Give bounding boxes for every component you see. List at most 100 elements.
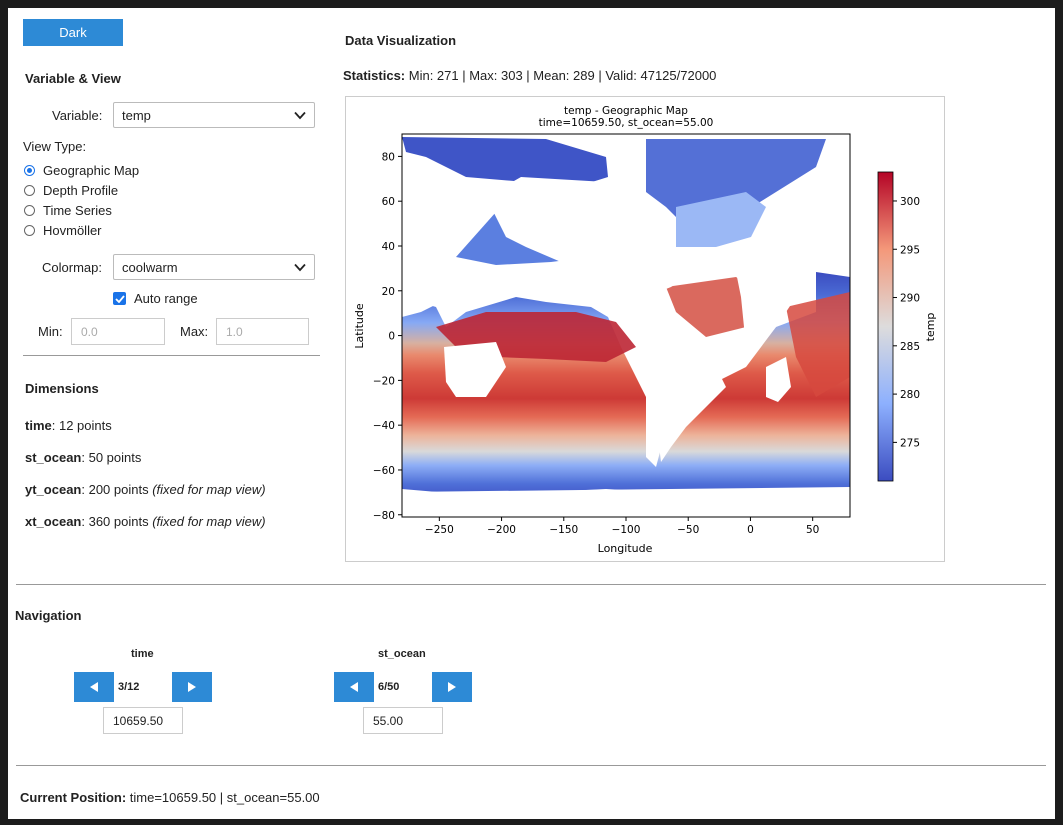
view-type-option-label: Geographic Map — [43, 162, 140, 178]
chevron-down-icon — [294, 263, 306, 272]
dimension-item-time: time: 12 points — [25, 418, 112, 433]
colorbar-tick-label: 275 — [900, 437, 920, 449]
st-ocean-value-input[interactable]: 55.00 — [363, 707, 443, 734]
colorbar — [877, 171, 894, 482]
y-tick-label: 80 — [382, 151, 395, 163]
y-tick-label: −40 — [373, 420, 395, 432]
y-tick-label: −20 — [373, 375, 395, 387]
st-ocean-position: 6/50 — [378, 681, 400, 693]
statistics-value: Min: 271 | Max: 303 | Mean: 289 | Valid:… — [405, 68, 717, 83]
divider — [23, 355, 320, 356]
triangle-right-icon — [448, 682, 456, 692]
x-tick-label: −150 — [549, 524, 578, 536]
view-type-option-label: Hovmöller — [43, 222, 102, 238]
dimension-name: time — [25, 418, 52, 433]
plot-container: temp - Geographic Map time=10659.50, st_… — [345, 96, 945, 562]
x-tick-label: −100 — [612, 524, 641, 536]
y-tick-label: −80 — [373, 510, 395, 522]
colorbar-tick-label: 295 — [900, 244, 920, 256]
x-tick-label: 50 — [806, 524, 819, 536]
x-tick-label: −200 — [487, 524, 516, 536]
time-next-button[interactable] — [172, 672, 212, 702]
data-visualization-heading: Data Visualization — [345, 33, 457, 48]
auto-range-label: Auto range — [134, 291, 198, 306]
dimension-count: : 200 points — [81, 482, 153, 497]
triangle-right-icon — [188, 682, 196, 692]
geographic-map-chart: temp - Geographic Map time=10659.50, st_… — [353, 105, 937, 555]
variable-select-value: temp — [122, 107, 151, 123]
view-type-radio-group: Geographic Map Depth Profile Time Series… — [24, 160, 139, 240]
colorbar-tick-label: 280 — [900, 389, 920, 401]
colormap-select-value: coolwarm — [122, 259, 178, 275]
st-ocean-nav-label: st_ocean — [378, 648, 426, 660]
view-type-option-label: Time Series — [43, 202, 112, 218]
min-input[interactable]: 0.0 — [71, 318, 165, 345]
chevron-down-icon — [294, 111, 306, 120]
st-ocean-prev-button[interactable] — [334, 672, 374, 702]
statistics-label: Statistics: — [343, 68, 406, 83]
view-type-option-depth-profile[interactable]: Depth Profile — [24, 180, 139, 200]
dimension-count: : 12 points — [51, 418, 112, 433]
current-position-label: Current Position: — [20, 790, 127, 805]
plot-title-line1: temp - Geographic Map — [564, 105, 688, 117]
view-type-label: View Type: — [23, 139, 87, 154]
dark-mode-button[interactable]: Dark — [23, 19, 123, 46]
colormap-label: Colormap: — [42, 260, 102, 275]
auto-range-toggle[interactable]: Auto range — [113, 291, 198, 306]
radio-button[interactable] — [24, 184, 35, 196]
dimension-item-yt-ocean: yt_ocean: 200 points (fixed for map view… — [25, 482, 266, 497]
app-panel: Dark Variable & View Variable: temp View… — [8, 8, 1055, 819]
st-ocean-next-button[interactable] — [432, 672, 472, 702]
view-type-option-hovmoller[interactable]: Hovmöller — [24, 220, 139, 240]
time-value-input[interactable]: 10659.50 — [103, 707, 183, 734]
triangle-left-icon — [90, 682, 98, 692]
dimension-count: : 50 points — [81, 450, 142, 465]
colorbar-tick-label: 300 — [900, 196, 920, 208]
colorbar-tick-label: 290 — [900, 293, 920, 305]
time-position: 3/12 — [118, 681, 140, 693]
plot-title-line2: time=10659.50, st_ocean=55.00 — [539, 117, 714, 129]
statistics-line: Statistics: Min: 271 | Max: 303 | Mean: … — [343, 68, 716, 83]
y-tick-label: −60 — [373, 465, 395, 477]
current-position-value: time=10659.50 | st_ocean=55.00 — [126, 790, 320, 805]
radio-button[interactable] — [24, 204, 35, 216]
dimension-name: xt_ocean — [25, 514, 82, 529]
y-tick-label: 20 — [382, 286, 395, 298]
y-tick-label: 40 — [382, 241, 395, 253]
y-axis-label: Latitude — [353, 303, 366, 349]
colorbar-label: temp — [924, 313, 937, 342]
triangle-left-icon — [350, 682, 358, 692]
x-axis-label: Longitude — [598, 542, 653, 555]
variable-select[interactable]: temp — [113, 102, 315, 128]
radio-button-selected[interactable] — [24, 164, 35, 176]
colormap-select[interactable]: coolwarm — [113, 254, 315, 280]
y-tick-label: 0 — [388, 331, 395, 343]
dimension-name: yt_ocean — [25, 482, 82, 497]
radio-button[interactable] — [24, 224, 35, 236]
colorbar-ticks: 300 295 290 285 280 275 — [893, 196, 920, 449]
y-tick-label: 60 — [382, 196, 395, 208]
dimension-name: st_ocean — [25, 450, 82, 465]
dimension-item-st-ocean: st_ocean: 50 points — [25, 450, 141, 465]
auto-range-checkbox[interactable] — [113, 292, 126, 305]
colorbar-tick-label: 285 — [900, 341, 920, 353]
max-input[interactable]: 1.0 — [216, 318, 309, 345]
dimension-item-xt-ocean: xt_ocean: 360 points (fixed for map view… — [25, 514, 266, 529]
view-type-option-time-series[interactable]: Time Series — [24, 200, 139, 220]
dimension-note: (fixed for map view) — [152, 482, 266, 497]
current-position-line: Current Position: time=10659.50 | st_oce… — [20, 790, 320, 805]
max-label: Max: — [180, 324, 209, 339]
variable-view-heading: Variable & View — [25, 71, 121, 86]
view-type-option-label: Depth Profile — [43, 182, 119, 198]
section-divider — [16, 584, 1046, 585]
time-nav-label: time — [131, 648, 154, 660]
x-axis-ticks: −250 −200 −150 −100 −50 0 50 — [425, 517, 819, 536]
min-label: Min: — [38, 324, 63, 339]
dimensions-heading: Dimensions — [25, 381, 99, 396]
navigation-heading: Navigation — [15, 608, 82, 623]
view-type-option-geographic-map[interactable]: Geographic Map — [24, 160, 139, 180]
time-prev-button[interactable] — [74, 672, 114, 702]
section-divider — [16, 765, 1046, 766]
x-tick-label: −250 — [425, 524, 454, 536]
checkmark-icon — [114, 294, 125, 303]
